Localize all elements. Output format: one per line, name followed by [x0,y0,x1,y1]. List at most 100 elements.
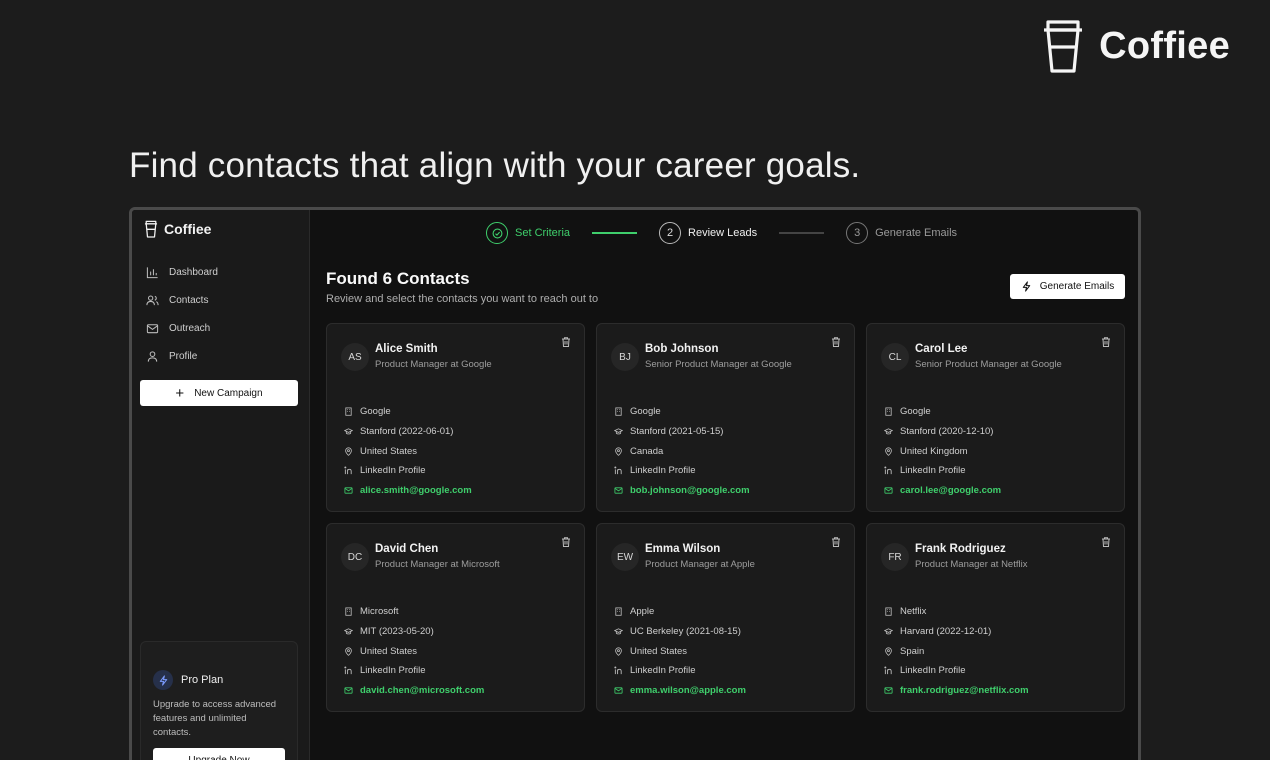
new-campaign-label: New Campaign [194,387,263,399]
email-text: carol.lee@google.com [900,485,1002,497]
sidebar-item-dashboard[interactable]: Dashboard [146,258,218,286]
sidebar-item-label: Profile [169,350,198,362]
trash-icon[interactable] [560,336,572,348]
company-text: Google [360,406,391,418]
generate-emails-button[interactable]: Generate Emails [1010,274,1125,299]
building-icon [345,607,352,617]
trash-icon[interactable] [560,536,572,548]
linkedin-link[interactable]: LinkedIn Profile [884,461,1001,481]
contact-title: Senior Product Manager at Google [915,359,1062,370]
page-title: Found 6 Contacts [326,269,470,288]
contact-card: DC David Chen Product Manager at Microso… [326,523,585,712]
map-pin-icon [885,447,892,456]
company-text: Netflix [900,606,927,618]
contact-name: Frank Rodriguez [915,543,1006,555]
email-link[interactable]: emma.wilson@apple.com [614,681,746,701]
sidebar-logo-text: Coffiee [164,221,212,237]
sidebar-logo[interactable]: Coffiee [144,220,211,238]
building-icon [615,607,622,617]
contact-details: Netflix Harvard (2022-12-01) Spain Linke… [884,602,1029,700]
step-generate-emails[interactable]: 3 Generate Emails [846,222,957,244]
hero-headline: Find contacts that align with your caree… [129,146,861,185]
sidebar-nav: Dashboard Contacts Outreach Profile [146,258,218,370]
education-row: Stanford (2020-12-10) [884,422,1001,442]
contact-details: Microsoft MIT (2023-05-20) United States… [344,602,484,700]
contact-title: Product Manager at Netflix [915,559,1028,570]
education-row: Stanford (2022-06-01) [344,422,472,442]
contact-name: Carol Lee [915,343,968,355]
step-connector [592,232,638,234]
plus-icon: + [175,384,185,402]
email-link[interactable]: frank.rodriguez@netflix.com [884,681,1029,701]
step-review-leads[interactable]: 2 Review Leads [659,222,757,244]
location-text: United States [360,445,418,457]
linkedin-link[interactable]: LinkedIn Profile [884,661,1029,681]
bar-chart-icon [146,266,158,278]
map-pin-icon [615,647,622,656]
linkedin-link[interactable]: LinkedIn Profile [344,461,472,481]
contact-name: David Chen [375,543,439,555]
email-link[interactable]: david.chen@microsoft.com [344,681,484,701]
trash-icon[interactable] [1100,336,1112,348]
sidebar-item-contacts[interactable]: Contacts [146,286,218,314]
trash-icon[interactable] [830,336,842,348]
mail-icon [884,487,893,494]
brand-logo: Coffiee [1041,18,1230,74]
sidebar-item-profile[interactable]: Profile [146,342,218,370]
contact-card: CL Carol Lee Senior Product Manager at G… [866,323,1125,512]
contact-name: Bob Johnson [645,343,719,355]
pro-plan-title: Pro Plan [181,674,224,686]
company-text: Apple [630,606,655,618]
contact-grid: AS Alice Smith Product Manager at Google… [326,323,1125,712]
graduation-cap-icon [884,628,893,635]
contact-details: Apple UC Berkeley (2021-08-15) United St… [614,602,746,700]
contact-title: Senior Product Manager at Google [645,359,792,370]
location-row: United Kingdom [884,441,1001,461]
linkedin-icon [884,466,892,475]
email-link[interactable]: alice.smith@google.com [344,481,472,501]
education-row: MIT (2023-05-20) [344,622,484,642]
location-text: United States [630,645,688,657]
step-number: 2 [659,222,682,244]
email-text: david.chen@microsoft.com [360,685,485,697]
step-number: 3 [846,222,869,244]
sidebar-item-label: Dashboard [169,266,218,278]
contact-title: Product Manager at Google [375,359,492,370]
map-pin-icon [885,647,892,656]
linkedin-icon [344,466,352,475]
linkedin-text: LinkedIn Profile [900,465,966,477]
education-row: UC Berkeley (2021-08-15) [614,622,746,642]
sidebar-item-label: Contacts [169,294,209,306]
map-pin-icon [345,647,352,656]
graduation-cap-icon [344,628,353,635]
company-row: Microsoft [344,602,484,622]
pro-plan-description: Upgrade to access advanced features and … [153,699,277,738]
education-row: Harvard (2022-12-01) [884,622,1029,642]
sidebar-item-outreach[interactable]: Outreach [146,314,218,342]
education-text: UC Berkeley (2021-08-15) [630,626,741,638]
company-text: Microsoft [360,606,399,618]
company-row: Google [344,402,472,422]
avatar: AS [341,343,369,371]
step-set-criteria[interactable]: Set Criteria [486,222,570,244]
company-row: Apple [614,602,746,622]
map-pin-icon [615,447,622,456]
location-row: United States [344,441,472,461]
upgrade-now-button[interactable]: Upgrade Now [153,748,285,760]
trash-icon[interactable] [830,536,842,548]
email-text: bob.johnson@google.com [630,485,750,497]
trash-icon[interactable] [1100,536,1112,548]
linkedin-link[interactable]: LinkedIn Profile [614,661,746,681]
linkedin-text: LinkedIn Profile [360,465,426,477]
new-campaign-button[interactable]: + New Campaign [140,380,298,406]
linkedin-icon [614,666,622,675]
app-window: Coffiee Dashboard Contacts Outreach Prof… [129,207,1141,760]
email-link[interactable]: carol.lee@google.com [884,481,1001,501]
email-link[interactable]: bob.johnson@google.com [614,481,750,501]
linkedin-link[interactable]: LinkedIn Profile [614,461,750,481]
mail-icon [614,487,623,494]
linkedin-icon [344,666,352,675]
linkedin-link[interactable]: LinkedIn Profile [344,661,484,681]
avatar: BJ [611,343,639,371]
linkedin-text: LinkedIn Profile [630,665,696,677]
